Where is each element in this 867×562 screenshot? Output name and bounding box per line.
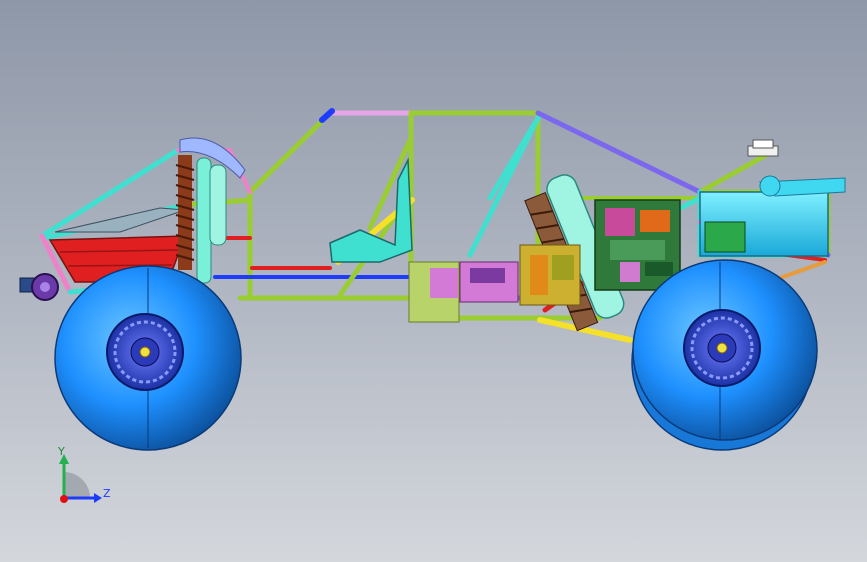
triad-y-label: Y (57, 445, 65, 458)
cad-viewport[interactable]: Y Z (0, 0, 867, 562)
windshield-pillar (247, 110, 333, 195)
triad-z-label: Z (103, 487, 111, 500)
rear-arm-2 (778, 260, 827, 280)
rear-hub-cap (716, 342, 728, 354)
triad-x-origin (60, 495, 68, 503)
axis-triad: Y Z (57, 445, 111, 503)
front-cowl (54, 207, 186, 233)
front-winch-core (40, 282, 50, 292)
rear-radiator (704, 221, 746, 253)
windshield-pillar-tip (319, 108, 335, 123)
front-shock-absorber (175, 137, 246, 284)
firewall-plate (430, 268, 458, 298)
rear-wheel[interactable] (631, 259, 818, 451)
triad-plane (64, 472, 90, 498)
exhaust-bend (759, 175, 781, 197)
air-filter-cap (752, 139, 774, 149)
front-wheel[interactable] (54, 265, 242, 451)
rear-diagonal-2 (487, 115, 541, 201)
front-hub-cap (139, 346, 151, 358)
driver-seat (329, 157, 413, 263)
triad-z-arrow (94, 493, 102, 503)
